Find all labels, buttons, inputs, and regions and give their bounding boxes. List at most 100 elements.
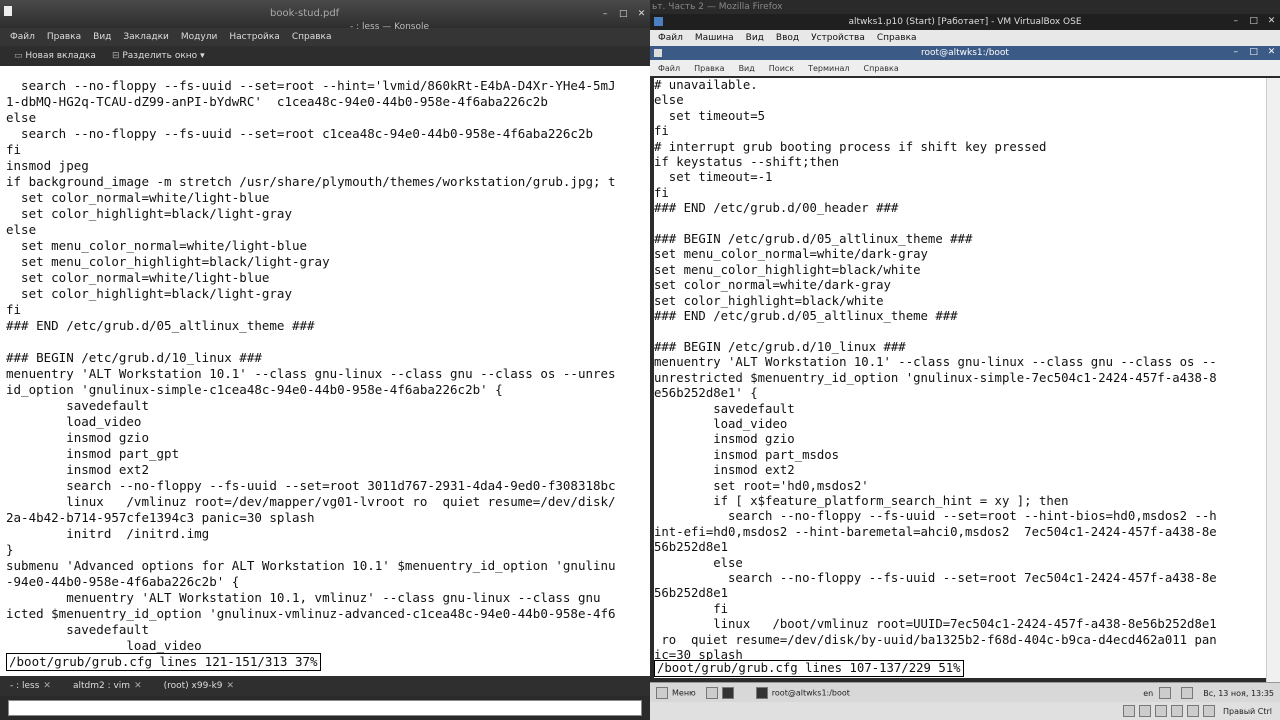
terminal-line: ### BEGIN /etc/grub.d/10_linux ###: [654, 339, 906, 354]
guest-menu-search[interactable]: Поиск: [769, 64, 794, 73]
lang-indicator[interactable]: en: [1143, 689, 1153, 698]
terminal-line: savedefault: [654, 401, 795, 416]
terminal-line: ### BEGIN /etc/grub.d/05_altlinux_theme …: [654, 232, 973, 247]
menu-file[interactable]: Файл: [10, 32, 35, 42]
terminal-line: unrestricted $menuentry_id_option 'gnuli…: [654, 370, 1217, 385]
close-icon[interactable]: ✕: [1267, 48, 1276, 57]
minimize-icon[interactable]: –: [1231, 17, 1240, 26]
konsole-toolbar: ▭ Новая вкладка ⊟ Разделить окно ▾: [0, 46, 650, 66]
vbox-menu-view[interactable]: Вид: [746, 33, 764, 43]
terminal-line: else: [6, 222, 37, 237]
vbox-menu-input[interactable]: Ввод: [776, 33, 799, 43]
tab-label: altdm2 : vim: [72, 681, 131, 691]
close-icon[interactable]: ✕: [637, 10, 646, 19]
terminal-line: search --no-floppy --fs-uuid --set=root …: [6, 78, 616, 93]
menu-view[interactable]: Вид: [93, 32, 111, 42]
terminal-line: e56b252d8e1' {: [654, 386, 758, 401]
clock[interactable]: Вс, 13 ноя, 13:35: [1203, 689, 1274, 698]
close-icon[interactable]: ✕: [134, 681, 142, 691]
terminal-line: set color_highlight=black/light-gray: [6, 206, 292, 221]
guest-menu-edit[interactable]: Правка: [694, 64, 724, 73]
guest-menu-terminal[interactable]: Терминал: [808, 64, 849, 73]
menu-bookmarks[interactable]: Закладки: [123, 32, 169, 42]
minimize-icon[interactable]: –: [1231, 48, 1240, 57]
guest-taskbar: Меню root@altwks1:/boot en Вс, 13 ноя, 1…: [650, 682, 1280, 703]
terminal-line: load_video: [6, 638, 202, 653]
terminal-line: set root='hd0,msdos2': [654, 478, 869, 493]
vbox-menu-file[interactable]: Файл: [658, 33, 683, 43]
firefox-titlebar: ьт. Часть 2 — Mozilla Firefox: [650, 0, 1280, 14]
disk-icon[interactable]: [1122, 705, 1135, 717]
guest-menu-help[interactable]: Справка: [864, 64, 899, 73]
keyboard-icon[interactable]: [1202, 705, 1215, 717]
menu-plugins[interactable]: Модули: [181, 32, 217, 42]
vbox-title: altwks1.p10 (Start) [Работает] - VM Virt…: [848, 17, 1082, 27]
terminal-line: int-efi=hd0,msdos2 --hint-baremetal=ahci…: [654, 524, 1217, 539]
guest-terminal-menubar: Файл Правка Вид Поиск Терминал Справка: [650, 60, 1280, 76]
task-terminal[interactable]: root@altwks1:/boot: [755, 687, 850, 699]
minimize-icon[interactable]: –: [601, 10, 610, 19]
vbox-menu-help[interactable]: Справка: [877, 33, 917, 43]
terminal-line: if [ x$feature_platform_search_hint = xy…: [654, 493, 1069, 508]
new-tab-button[interactable]: ▭ Новая вкладка: [14, 51, 96, 61]
terminal-line: }: [6, 542, 14, 557]
guest-terminal-output[interactable]: # unavailable. else set timeout=5 fi # inte…: [654, 78, 1266, 660]
guest-menu-view[interactable]: Вид: [739, 64, 755, 73]
close-icon[interactable]: ✕: [43, 681, 51, 691]
guest-scrollbar[interactable]: [1266, 78, 1280, 682]
terminal-line: search --no-floppy --fs-uuid --set=root …: [654, 509, 1217, 524]
tab-less[interactable]: - : less ✕: [10, 681, 51, 691]
terminal-line: set menu_color_highlight=black/white: [654, 262, 921, 277]
terminal-output[interactable]: search --no-floppy --fs-uuid --set=root …: [6, 78, 650, 660]
guest-less-status: /boot/grub/grub.cfg lines 107-137/229 51…: [654, 660, 1266, 678]
terminal-launcher-icon[interactable]: [721, 687, 734, 699]
terminal-line: menuentry 'ALT Workstation 10.1, vmlinuz…: [6, 590, 601, 605]
network-icon[interactable]: [1159, 687, 1172, 699]
terminal-line: set menu_color_highlight=black/light-gra…: [6, 254, 330, 269]
terminal-line: set timeout=5: [654, 108, 766, 123]
terminal-line: search --no-floppy --fs-uuid --set=root …: [654, 571, 1217, 585]
close-icon[interactable]: ✕: [227, 681, 235, 691]
guest-terminal-titlebar[interactable]: root@altwks1:/boot – □ ✕: [650, 46, 1280, 60]
guest-less-status-text: /boot/grub/grub.cfg lines 107-137/229 51…: [654, 660, 964, 677]
menu-help[interactable]: Справка: [292, 32, 332, 42]
split-icon: ⊟: [111, 51, 123, 61]
konsole-window: book-stud.pdf - : less — Konsole – □ ✕ Ф…: [0, 0, 650, 720]
tab-vim[interactable]: altdm2 : vim ✕: [73, 681, 142, 691]
konsole-titlebar[interactable]: book-stud.pdf - : less — Konsole – □ ✕: [0, 0, 650, 32]
konsole-menubar: Файл Правка Вид Закладки Модули Настройк…: [0, 28, 650, 46]
terminal-line: fi: [6, 142, 22, 157]
terminal-line: # unavailable.: [654, 78, 758, 92]
terminal-line: set color_highlight=black/white: [654, 293, 884, 308]
terminal-line: set menu_color_normal=white/light-blue: [6, 238, 308, 253]
vbox-menu-machine[interactable]: Машина: [695, 33, 734, 43]
maximize-icon[interactable]: □: [1249, 48, 1258, 57]
usb-icon[interactable]: [1154, 705, 1167, 717]
maximize-icon[interactable]: □: [1249, 17, 1258, 26]
shared-folder-icon[interactable]: [1170, 705, 1183, 717]
volume-icon[interactable]: [1181, 687, 1194, 699]
terminal-line: fi: [654, 124, 669, 139]
tab-root[interactable]: (root) x99-k9 ✕: [164, 681, 234, 691]
menu-settings[interactable]: Настройка: [229, 32, 280, 42]
konsole-tabbar: - : less ✕ altdm2 : vim ✕ (root) x99-k9 ✕: [0, 676, 650, 696]
maximize-icon[interactable]: □: [619, 10, 628, 19]
start-menu-button[interactable]: Меню: [656, 687, 696, 699]
terminal-line: ### END /etc/grub.d/05_altlinux_theme ##…: [6, 318, 315, 333]
display-icon[interactable]: [1186, 705, 1199, 717]
close-icon[interactable]: ✕: [1267, 17, 1276, 26]
terminal-line: insmod ext2: [6, 462, 149, 477]
menu-edit[interactable]: Правка: [47, 32, 81, 42]
vbox-titlebar[interactable]: altwks1.p10 (Start) [Работает] - VM Virt…: [650, 14, 1280, 30]
files-icon[interactable]: [705, 687, 718, 699]
app-icon: [4, 6, 12, 16]
command-input[interactable]: [8, 700, 642, 716]
split-view-button[interactable]: ⊟ Разделить окно ▾: [112, 51, 205, 61]
guest-menu-file[interactable]: Файл: [658, 64, 680, 73]
vbox-menu-devices[interactable]: Устройства: [811, 33, 865, 43]
start-menu-label: Меню: [672, 688, 696, 698]
optical-drive-icon[interactable]: [1138, 705, 1151, 717]
new-tab-icon: ▭: [14, 51, 26, 61]
